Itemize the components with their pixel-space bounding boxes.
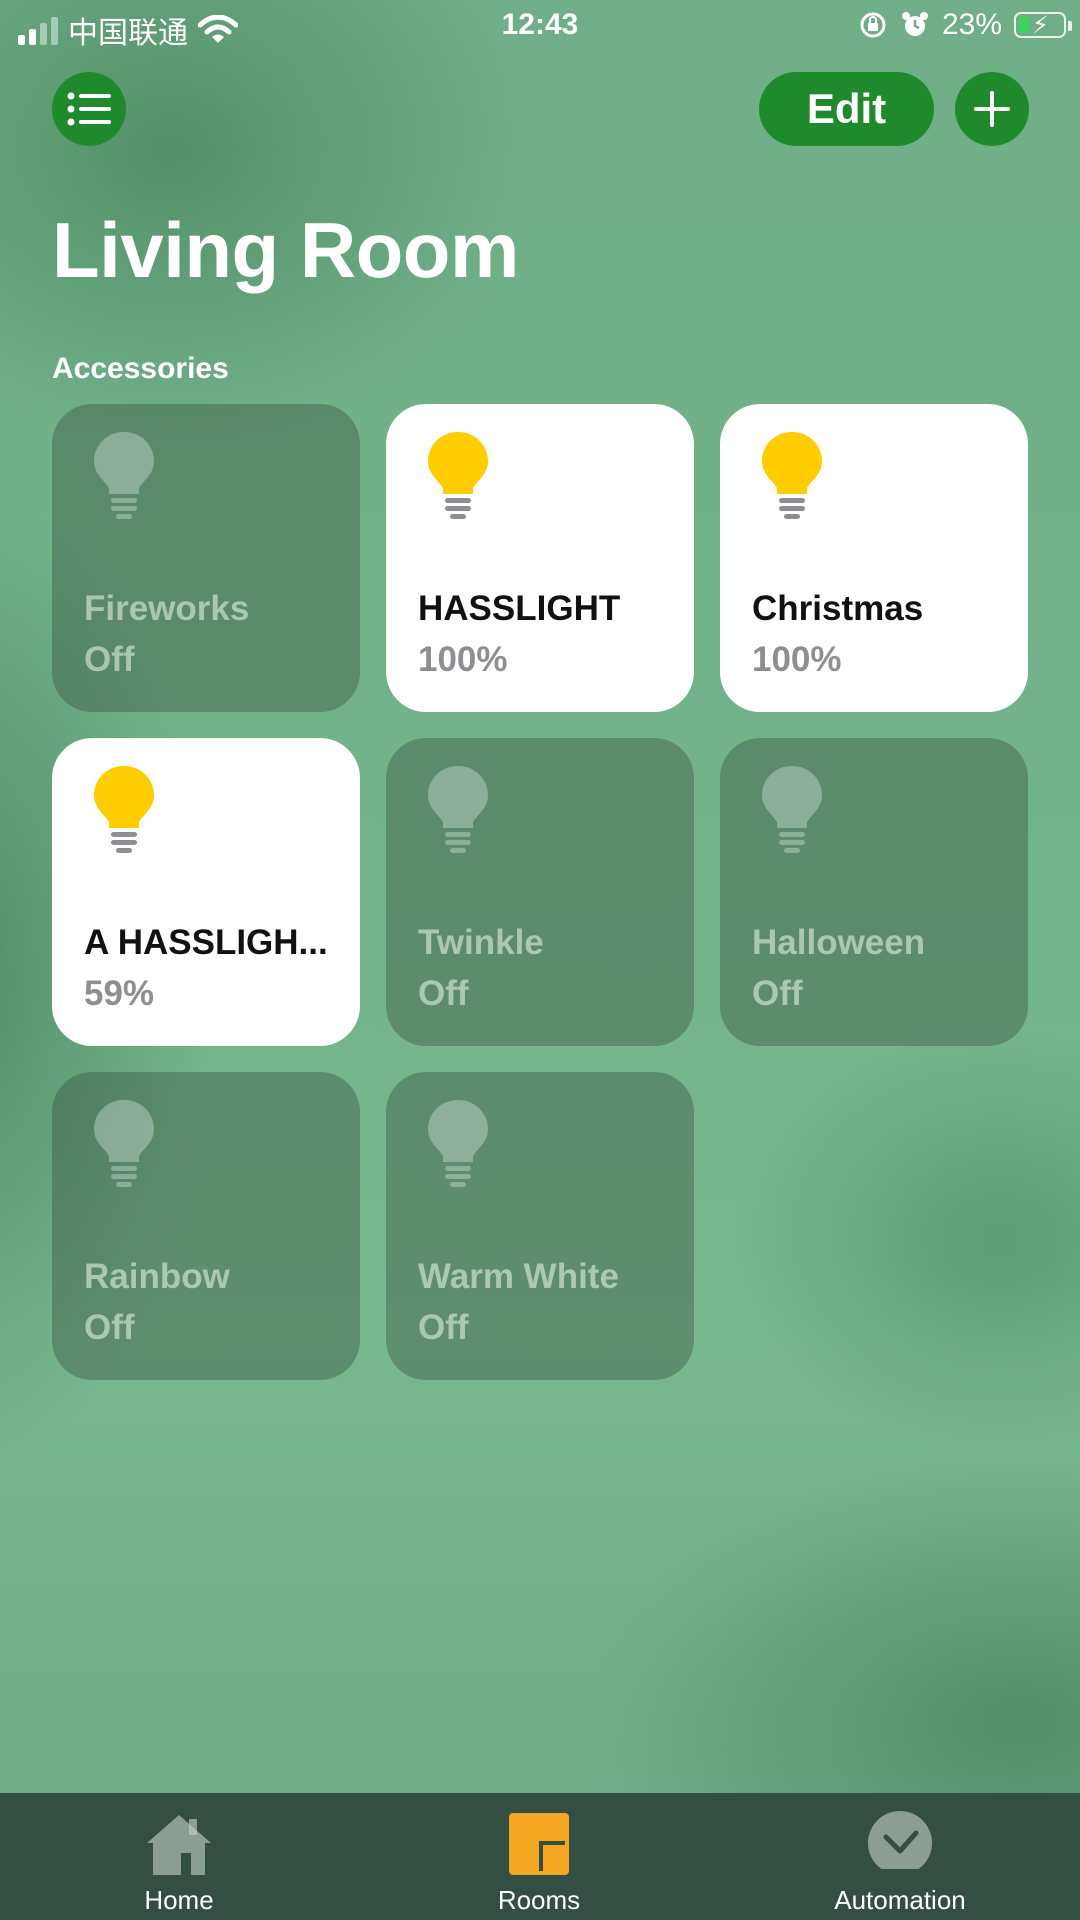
house-icon (147, 1815, 211, 1875)
tab-automation-label: Automation (834, 1885, 966, 1915)
accessory-state: 59% (84, 974, 155, 1013)
alarm-icon (901, 12, 928, 36)
accessory-name: Rainbow (84, 1257, 230, 1296)
accessory-name: Warm White (418, 1257, 619, 1296)
lightbulb-icon (428, 1100, 488, 1187)
accessory-tile[interactable]: Halloween Off (720, 738, 1028, 1046)
menu-button[interactable] (52, 72, 126, 146)
edit-button[interactable]: Edit (759, 72, 934, 146)
lightbulb-icon (762, 766, 822, 853)
page-title: Living Room (52, 206, 519, 294)
lightbulb-icon (94, 1100, 154, 1187)
list-icon (67, 92, 111, 126)
accessory-tile[interactable]: Rainbow Off (52, 1072, 360, 1380)
accessory-state: Off (84, 640, 135, 679)
accessory-tile[interactable]: HASSLIGHT 100% (386, 404, 694, 712)
accessory-state: 100% (418, 640, 508, 679)
add-button[interactable] (955, 72, 1029, 146)
accessory-tile[interactable]: Christmas 100% (720, 404, 1028, 712)
status-bar: 中国联通 12:43 23% ⚡ (0, 0, 1080, 54)
accessory-name: A HASSLIGH... (84, 923, 328, 962)
accessory-name: Twinkle (418, 923, 544, 962)
lightbulb-icon (428, 766, 488, 853)
accessory-name: Fireworks (84, 589, 250, 628)
accessory-tile[interactable]: A HASSLIGH... 59% (52, 738, 360, 1046)
lightbulb-icon (94, 766, 154, 853)
rotation-lock-icon (860, 12, 886, 38)
accessory-state: Off (752, 974, 803, 1013)
accessory-state: 100% (752, 640, 842, 679)
lightbulb-icon (762, 432, 822, 519)
tab-automation[interactable]: Automation (750, 1793, 1050, 1920)
accessory-name: HASSLIGHT (418, 589, 621, 628)
tab-rooms-label: Rooms (497, 1885, 581, 1915)
tab-bar: Home Rooms Automation (0, 1793, 1080, 1920)
battery-icon: ⚡ (1014, 12, 1072, 39)
plus-icon (974, 91, 1010, 127)
accessory-state: Off (418, 1308, 469, 1347)
accessory-tile[interactable]: Twinkle Off (386, 738, 694, 1046)
lightbulb-icon (94, 432, 154, 519)
accessory-state: Off (418, 974, 469, 1013)
section-label: Accessories (52, 352, 229, 385)
accessory-name: Halloween (752, 923, 926, 962)
status-right: 23% ⚡ (858, 8, 1072, 42)
battery-percent: 23% (941, 8, 1002, 41)
accessory-state: Off (84, 1308, 135, 1347)
clock-check-icon (868, 1811, 932, 1879)
lightbulb-icon (428, 432, 488, 519)
accessory-name: Christmas (752, 589, 924, 628)
tab-rooms[interactable]: Rooms (389, 1793, 689, 1920)
tab-home[interactable]: Home (29, 1793, 329, 1920)
accessory-tile[interactable]: Fireworks Off (52, 404, 360, 712)
tab-home-label: Home (144, 1885, 214, 1915)
rooms-icon (509, 1813, 569, 1875)
accessory-tile[interactable]: Warm White Off (386, 1072, 694, 1380)
